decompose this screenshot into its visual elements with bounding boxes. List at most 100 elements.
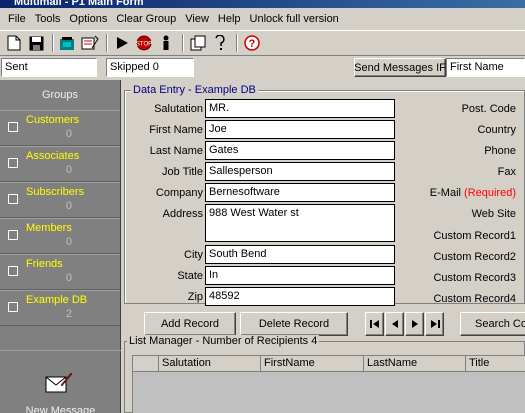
help-tip-icon[interactable] [210, 33, 230, 53]
window-title: Multimail - P1 Main Form [14, 0, 144, 8]
send-if-field-select[interactable]: First Name [446, 58, 525, 77]
attach-icon[interactable] [80, 33, 100, 53]
open-folder-icon[interactable] [58, 33, 78, 53]
company-input[interactable]: Bernesoftware [205, 183, 395, 202]
toolbar-separator [106, 34, 108, 52]
groups-header: Groups [41, 89, 79, 101]
group-example-db[interactable]: Example DB 2 [0, 290, 120, 326]
first-name-label: First Name [149, 124, 203, 136]
zip-label: Zip [187, 291, 203, 303]
group-checkbox[interactable] [8, 122, 18, 132]
custom-record1-label: Custom Record1 [433, 230, 516, 242]
last-name-label: Last Name [149, 145, 203, 157]
group-checkbox[interactable] [8, 302, 18, 312]
last-name-input[interactable]: Gates [205, 141, 395, 160]
recipients-grid[interactable]: Salutation FirstName LastName Title [132, 355, 525, 413]
job-title-input[interactable]: Sallesperson [205, 162, 395, 181]
group-associates[interactable]: Associates 0 [0, 146, 120, 182]
city-label: City [184, 249, 203, 261]
svg-text:?: ? [249, 38, 256, 50]
svg-text:STOP: STOP [136, 42, 152, 48]
menu-file[interactable]: File [4, 13, 31, 25]
previous-record-button[interactable] [385, 312, 404, 336]
salutation-label: Salutation [154, 103, 203, 115]
about-icon[interactable]: ? [242, 33, 262, 53]
new-file-icon[interactable] [4, 33, 24, 53]
group-friends[interactable]: Friends 0 [0, 254, 120, 290]
data-entry-legend: Data Entry - Example DB [131, 84, 258, 96]
previous-record-icon [391, 320, 398, 328]
group-count: 2 [65, 308, 72, 320]
group-name: Friends [26, 258, 63, 270]
menu-options[interactable]: Options [65, 13, 112, 25]
group-name: Subscribers [26, 186, 85, 198]
add-record-button[interactable]: Add Record [144, 312, 236, 336]
group-count: 0 [65, 272, 72, 284]
grid-corner [133, 356, 159, 372]
sent-counter: Sent [1, 58, 97, 77]
column-header-title[interactable]: Title [466, 356, 525, 372]
menu-clear-group[interactable]: Clear Group [112, 13, 181, 25]
email-required-note: (Required) [464, 187, 516, 199]
menu-view[interactable]: View [181, 13, 214, 25]
stop-icon[interactable]: STOP [134, 33, 154, 53]
record-actions: Add Record Delete Record Search Co [144, 312, 525, 336]
send-arrow-icon[interactable] [112, 33, 132, 53]
menu-help[interactable]: Help [214, 13, 246, 25]
send-messages-if-button[interactable]: Send Messages IF [354, 58, 446, 77]
web-site-label: Web Site [471, 208, 516, 220]
city-input[interactable]: South Bend [205, 245, 395, 264]
email-label-text: E-Mail [429, 187, 461, 199]
list-manager-panel: List Manager - Number of Recipients 4 Sa… [124, 335, 525, 413]
group-count: 0 [65, 128, 72, 140]
column-header-firstname[interactable]: FirstName [261, 356, 364, 372]
new-message-button[interactable]: New Message [0, 350, 121, 413]
group-members[interactable]: Members 0 [0, 218, 120, 254]
search-button[interactable]: Search Co [460, 312, 525, 336]
toolbar: STOP ? [0, 30, 525, 56]
column-header-lastname[interactable]: LastName [364, 356, 466, 372]
group-count: 0 [65, 164, 72, 176]
group-name: Members [26, 222, 72, 234]
custom-record2-label: Custom Record2 [433, 251, 516, 263]
title-bar: Multimail - P1 Main Form [0, 0, 525, 8]
next-record-button[interactable] [405, 312, 424, 336]
address-label: Address [162, 208, 203, 220]
state-input[interactable]: In [205, 266, 395, 285]
last-record-icon [430, 320, 440, 328]
list-manager-legend: List Manager - Number of Recipients 4 [127, 335, 320, 347]
groups-sidebar: Groups Customers 0 Associates 0 Subscrib… [0, 80, 121, 413]
group-count: 0 [65, 236, 72, 248]
first-record-button[interactable] [365, 312, 384, 336]
delete-record-button[interactable]: Delete Record [240, 312, 348, 336]
menu-tools[interactable]: Tools [31, 13, 66, 25]
copy-icon[interactable] [188, 33, 208, 53]
last-record-button[interactable] [425, 312, 444, 336]
group-subscribers[interactable]: Subscribers 0 [0, 182, 120, 218]
job-title-label: Job Title [162, 166, 203, 178]
new-message-label: New Message [25, 405, 96, 413]
address-input[interactable]: 988 West Water st [205, 204, 395, 242]
country-label: Country [477, 124, 516, 136]
person-icon[interactable] [156, 33, 176, 53]
group-checkbox[interactable] [8, 194, 18, 204]
zip-input[interactable]: 48592 [205, 287, 395, 306]
save-icon[interactable] [26, 33, 46, 53]
next-record-icon [411, 320, 418, 328]
group-customers[interactable]: Customers 0 [0, 110, 120, 146]
group-count: 0 [65, 200, 72, 212]
toolbar-separator [182, 34, 184, 52]
group-checkbox[interactable] [8, 158, 18, 168]
toolbar-separator [52, 34, 54, 52]
first-name-input[interactable]: Joe [205, 120, 395, 139]
toolbar-separator [236, 34, 238, 52]
group-checkbox[interactable] [8, 230, 18, 240]
column-header-salutation[interactable]: Salutation [159, 356, 261, 372]
salutation-input[interactable]: MR. [205, 99, 395, 118]
custom-record3-label: Custom Record3 [433, 272, 516, 284]
menu-unlock[interactable]: Unlock full version [246, 13, 344, 25]
group-name: Associates [26, 150, 80, 162]
group-name: Example DB [26, 294, 88, 306]
data-entry-panel: Data Entry - Example DB Salutation MR. F… [124, 84, 525, 306]
group-checkbox[interactable] [8, 266, 18, 276]
